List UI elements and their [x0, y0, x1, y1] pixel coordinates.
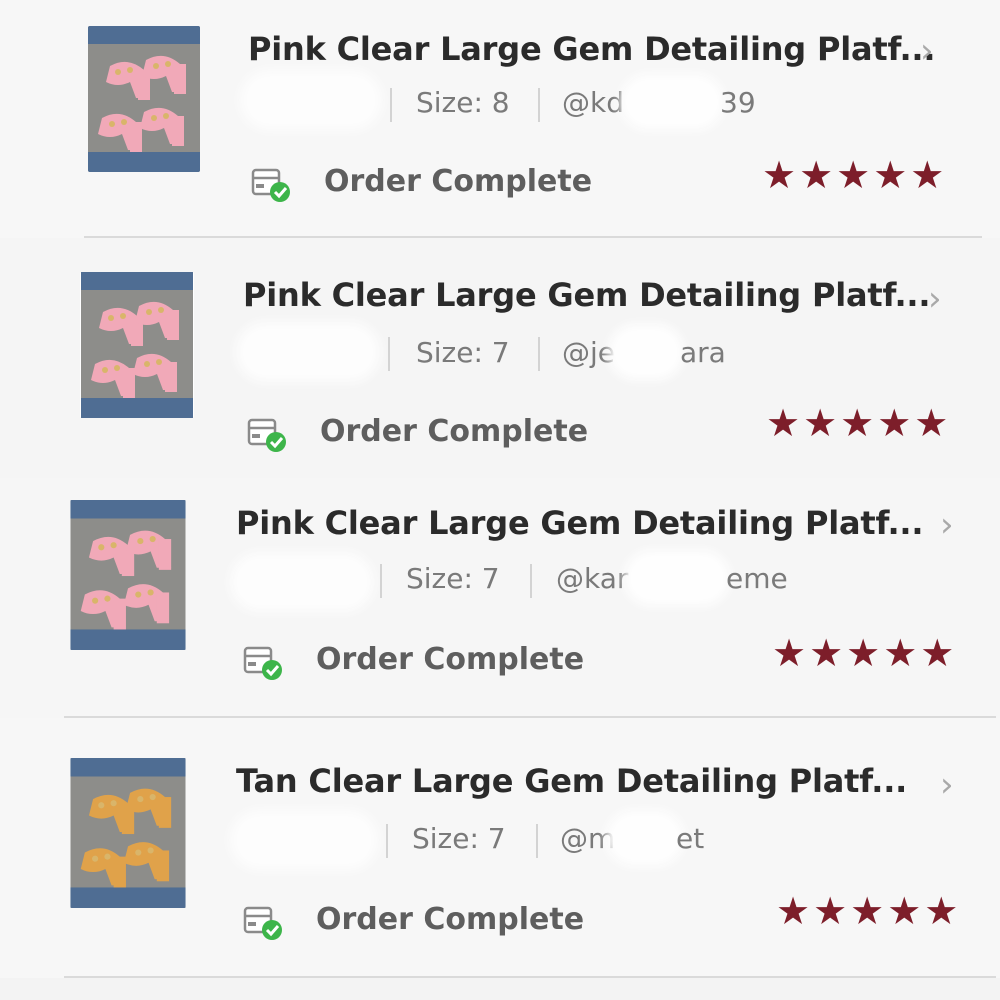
buyer-username-tail: 39 [720, 86, 756, 119]
price-redacted [238, 818, 370, 862]
size-label: Size: 8 [416, 86, 510, 119]
order-status: Order Complete [316, 902, 585, 937]
meta-separator [390, 88, 392, 122]
order-status: Order Complete [316, 642, 585, 677]
pink-platform-heels-photo-icon [81, 272, 193, 418]
pink-platform-heels-photo-icon [88, 26, 200, 172]
meta-separator [538, 88, 540, 122]
pink-platform-heels-photo-icon [70, 500, 186, 650]
price-redacted [248, 78, 374, 122]
rating-stars: ★★★★★ [772, 631, 958, 675]
package-check-icon [247, 418, 286, 452]
product-thumbnail[interactable] [88, 26, 200, 172]
meta-separator [536, 824, 538, 858]
product-thumbnail[interactable] [70, 500, 186, 650]
product-title[interactable]: Tan Clear Large Gem Detailing Platf... [236, 762, 907, 800]
buyer-username[interactable]: @m [560, 822, 615, 855]
product-title[interactable]: Pink Clear Large Gem Detailing Platf... [236, 504, 924, 542]
product-thumbnail[interactable] [80, 272, 194, 418]
size-label: Size: 7 [406, 562, 500, 595]
chevron-right-icon[interactable]: › [920, 34, 934, 68]
size-label: Size: 7 [412, 822, 506, 855]
username-redacted [614, 818, 676, 858]
price-redacted [244, 330, 372, 374]
meta-separator [538, 337, 540, 371]
order-card[interactable]: Tan Clear Large Gem Detailing Platf... ›… [0, 718, 1000, 978]
package-check-icon [243, 906, 282, 940]
order-card[interactable]: Pink Clear Large Gem Detailing Platf... … [0, 478, 1000, 718]
meta-separator [386, 824, 388, 858]
username-redacted [632, 558, 722, 598]
chevron-right-icon[interactable]: › [940, 768, 954, 802]
rating-stars: ★★★★★ [776, 889, 962, 933]
buyer-username[interactable]: @kd [562, 86, 624, 119]
product-thumbnail[interactable] [70, 758, 186, 908]
rating-stars: ★★★★★ [766, 401, 952, 445]
order-card[interactable]: Pink Clear Large Gem Detailing Platf... … [0, 238, 1000, 478]
product-title[interactable]: Pink Clear Large Gem Detailing Platf... [243, 276, 931, 314]
username-redacted [628, 82, 716, 122]
buyer-username[interactable]: @je [562, 336, 615, 369]
buyer-username-tail: et [676, 822, 705, 855]
meta-separator [380, 564, 382, 598]
price-redacted [238, 560, 366, 604]
size-label: Size: 7 [416, 336, 510, 369]
buyer-username-tail: ara [680, 336, 726, 369]
order-status: Order Complete [320, 414, 589, 449]
order-status: Order Complete [324, 164, 593, 199]
buyer-username-tail: eme [726, 562, 788, 595]
product-title[interactable]: Pink Clear Large Gem Detailing Platf... [248, 30, 936, 68]
chevron-right-icon[interactable]: › [940, 508, 954, 542]
order-history-screen: Pink Clear Large Gem Detailing Platf... … [0, 0, 1000, 1000]
meta-separator [388, 337, 390, 371]
buyer-username[interactable]: @kar [556, 562, 628, 595]
package-check-icon [251, 168, 290, 202]
order-card[interactable]: Pink Clear Large Gem Detailing Platf... … [0, 0, 1000, 238]
tan-platform-heels-photo-icon [70, 758, 186, 908]
rating-stars: ★★★★★ [762, 153, 948, 197]
chevron-right-icon[interactable]: › [928, 282, 942, 316]
meta-separator [530, 564, 532, 598]
package-check-icon [243, 646, 282, 680]
row-divider [64, 976, 996, 978]
username-redacted [616, 332, 676, 372]
